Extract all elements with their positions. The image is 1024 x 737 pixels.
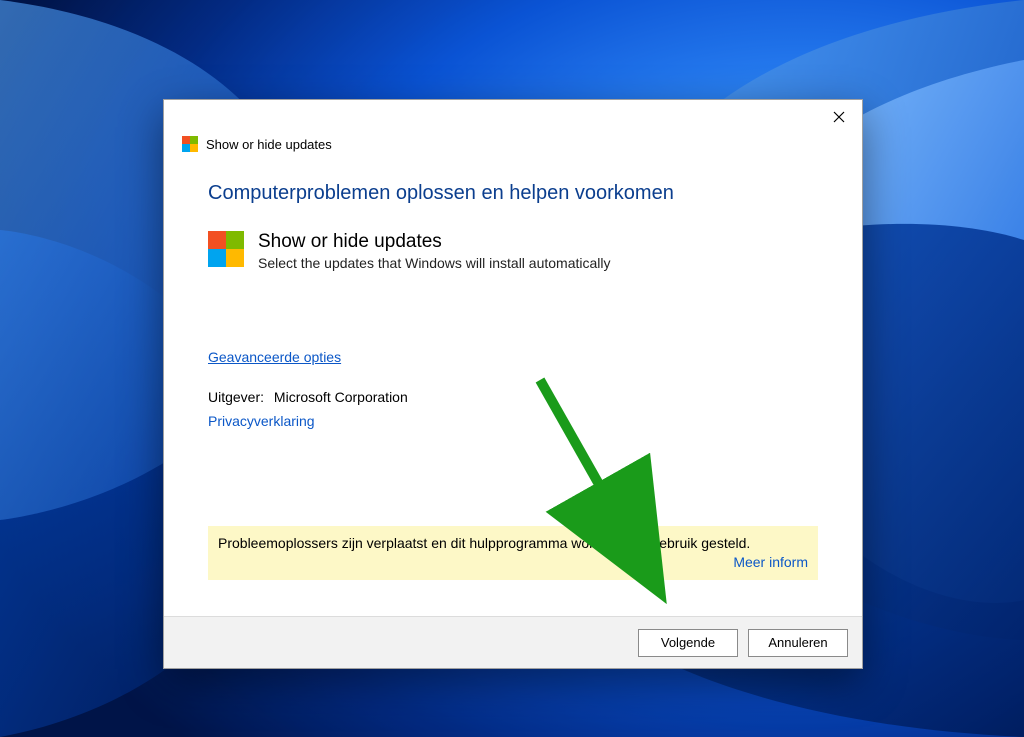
next-button[interactable]: Volgende bbox=[638, 629, 738, 657]
content-area: Computerproblemen oplossen en helpen voo… bbox=[164, 164, 862, 580]
section: Show or hide updates Select the updates … bbox=[208, 231, 818, 271]
privacy-link[interactable]: Privacyverklaring bbox=[208, 413, 315, 429]
troubleshooter-dialog: Show or hide updates Computerproblemen o… bbox=[163, 99, 863, 669]
section-subtitle: Select the updates that Windows will ins… bbox=[258, 255, 611, 271]
advanced-options-link[interactable]: Geavanceerde opties bbox=[208, 349, 341, 365]
close-icon bbox=[833, 111, 845, 123]
cancel-button[interactable]: Annuleren bbox=[748, 629, 848, 657]
notice-more-link[interactable]: Meer inform bbox=[733, 553, 808, 572]
section-title: Show or hide updates bbox=[258, 231, 611, 253]
footer: Volgende Annuleren bbox=[164, 616, 862, 668]
publisher-value: Microsoft Corporation bbox=[274, 389, 408, 405]
microsoft-logo-icon bbox=[208, 231, 244, 267]
header-row: Show or hide updates bbox=[164, 134, 862, 164]
publisher: Uitgever: Microsoft Corporation bbox=[208, 389, 818, 405]
notice-text: Probleemoplossers zijn verplaatst en dit… bbox=[218, 535, 750, 551]
publisher-label: Uitgever: bbox=[208, 389, 264, 405]
microsoft-logo-icon bbox=[182, 136, 198, 152]
close-button[interactable] bbox=[822, 104, 856, 130]
window-title: Show or hide updates bbox=[206, 137, 332, 152]
titlebar bbox=[164, 100, 862, 134]
headline: Computerproblemen oplossen en helpen voo… bbox=[208, 182, 818, 205]
deprecation-notice: Probleemoplossers zijn verplaatst en dit… bbox=[208, 526, 818, 580]
